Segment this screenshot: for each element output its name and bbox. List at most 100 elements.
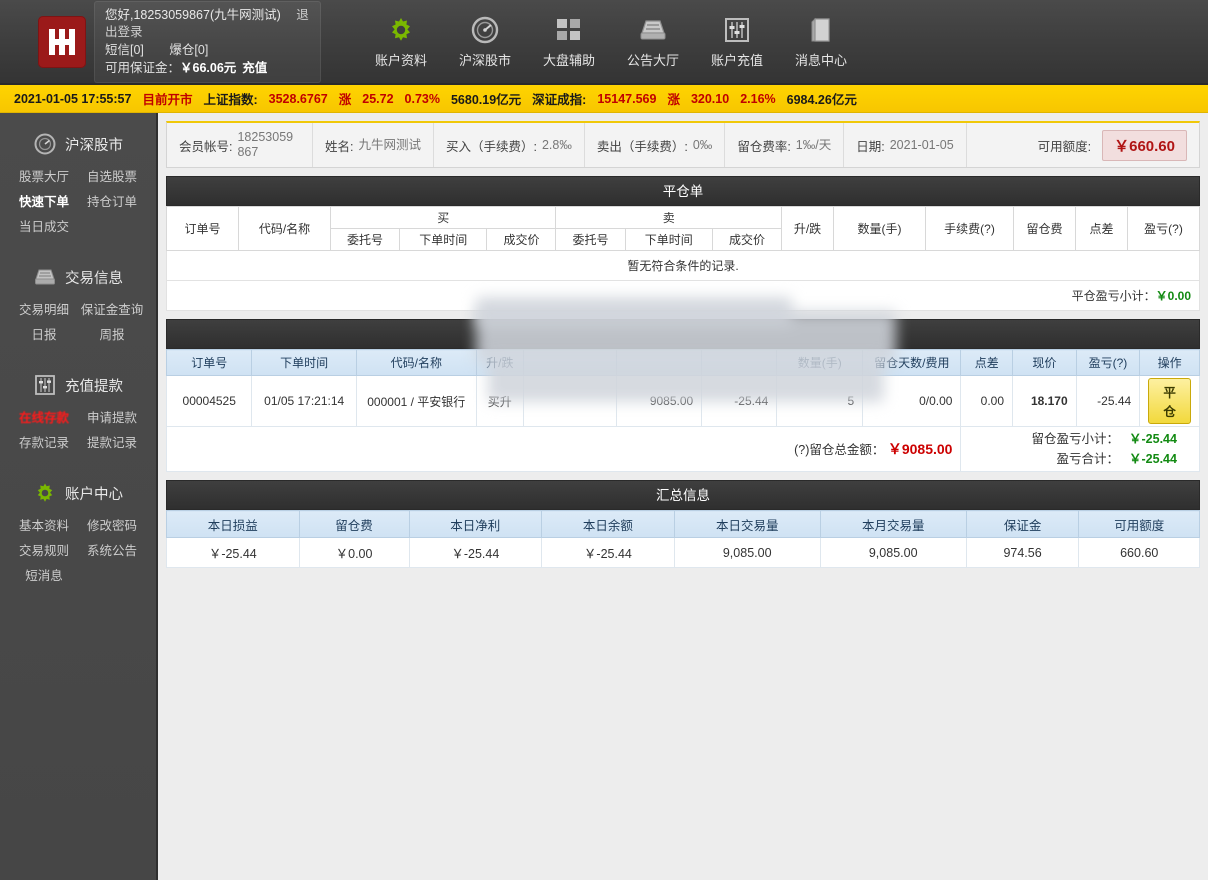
sidebar-item-change-password[interactable]: 修改密码 <box>78 514 146 539</box>
holding-total-cell: (?)留仓总金额： ￥9085.00 <box>165 426 962 472</box>
info-value: 0‰ <box>692 137 713 152</box>
grid-icon <box>557 18 580 40</box>
sms-link[interactable]: 短信[0] <box>105 43 144 57</box>
sidebar-item-online-deposit[interactable]: 在线存款 <box>10 406 78 431</box>
th-order-no: 订单号 <box>165 349 253 376</box>
nav-label: 消息中心 <box>794 52 847 68</box>
sidebar-group-header: 充值提款 <box>0 364 156 406</box>
sidebar-links: 基本资料 修改密码 交易规则 系统公告 短消息 <box>0 514 156 589</box>
holding-orders-table: 订单号 下单时间 代码/名称 升/跌 数量(手) 留仓天数/费用 点差 现价 盈… <box>165 349 1200 472</box>
th-fee: 手续费(?) <box>925 206 1014 251</box>
holding-summary-cell: 留仓盈亏小计： ￥-25.44 盈亏合计： ￥-25.44 <box>960 426 1200 472</box>
th-sell-order-time: 下单时间 <box>624 228 713 251</box>
info-value: 2021-01-05 <box>889 137 954 152</box>
th-sell-deal-price: 成交价 <box>711 228 783 251</box>
closed-subtotal-cell: 平仓盈亏小计：￥0.00 <box>166 280 1200 311</box>
holding-total-value: ￥9085.00 <box>887 441 953 457</box>
sidebar-item-trade-rules[interactable]: 交易规则 <box>10 539 78 564</box>
holding-subtotal-value: ￥-25.44 <box>1129 432 1177 446</box>
cell-available-quota: 660.60 <box>1078 537 1200 568</box>
recharge-link[interactable]: 充值 <box>242 61 267 75</box>
sidebar-item-apply-withdraw[interactable]: 申请提款 <box>78 406 146 431</box>
gauge-icon <box>34 133 56 155</box>
account-greeting-line: 您好,18253059867(九牛网测试) 退出登录 <box>105 7 310 41</box>
info-member-no: 会员帐号: 18253059867 <box>167 123 313 167</box>
sidebar-item-weekly-report[interactable]: 周报 <box>78 323 146 348</box>
summary-panel: 汇总信息 本日损益 留仓费 本日净利 本日余额 本日交易量 本月交易量 保证金 … <box>166 480 1200 568</box>
sidebar-item-basic-info[interactable]: 基本资料 <box>10 514 78 539</box>
nav-item-message-center[interactable]: 消息中心 <box>779 0 863 84</box>
th-order-time: 下单时间 <box>251 349 357 376</box>
liquidation-link[interactable]: 爆仓[0] <box>169 43 208 57</box>
th-today-volume: 本日交易量 <box>673 510 821 538</box>
ticker-sh-index: 3528.6767 <box>268 91 328 106</box>
tray-icon <box>640 19 666 39</box>
account-badges: 短信[0] 爆仓[0] <box>105 41 310 59</box>
table-row: 00004525 01/05 17:21:14 000001 / 平安银行 买升… <box>165 375 1200 427</box>
th-obscured-col-b <box>616 349 703 376</box>
nav-item-stock-market[interactable]: 沪深股市 <box>443 0 527 84</box>
holding-orders-title <box>166 319 1200 349</box>
info-sell-fee: 卖出（手续费）: 0‰ <box>585 123 726 167</box>
empty-state-row: 暂无符合条件的记录. <box>166 250 1200 281</box>
cell-amount: 9085.00 <box>616 375 703 427</box>
sidebar-item-deposit-records[interactable]: 存款记录 <box>10 431 78 456</box>
close-position-button[interactable]: 平仓 <box>1148 378 1191 424</box>
info-label: 会员帐号: <box>179 139 233 154</box>
sidebar-item-stock-hall[interactable]: 股票大厅 <box>10 165 78 190</box>
cell-obscured-a <box>522 375 618 427</box>
sidebar-links: 股票大厅 自选股票 快速下单 持仓订单 当日成交 <box>0 165 156 240</box>
top-nav: 账户资料 沪深股市 大盘辅助 公告大厅 账户充值 消息中心 <box>359 0 863 84</box>
th-today-pnl: 本日损益 <box>166 510 300 538</box>
ticker-sh-label: 上证指数: <box>203 93 258 107</box>
cell-pnl-mid: -25.44 <box>701 375 778 427</box>
nav-item-market-assist[interactable]: 大盘辅助 <box>527 0 611 84</box>
gauge-icon <box>471 16 499 43</box>
th-today-balance: 本日余额 <box>541 510 675 538</box>
main-content: 会员帐号: 18253059867 姓名: 九牛网测试 买入（手续费）: 2.8… <box>158 113 1208 880</box>
holding-subtotal-line: 留仓盈亏小计： ￥-25.44 <box>969 429 1191 449</box>
sidebar-item-holding-orders[interactable]: 持仓订单 <box>78 190 146 215</box>
info-label: 可用额度: <box>1037 139 1092 154</box>
sidebar-item-system-notice[interactable]: 系统公告 <box>78 539 146 564</box>
sidebar-item-daily-report[interactable]: 日报 <box>10 323 78 348</box>
info-label: 卖出（手续费）: <box>596 139 688 154</box>
nav-item-account-recharge[interactable]: 账户充值 <box>695 0 779 84</box>
info-buy-fee: 买入（手续费）: 2.8‰ <box>434 123 585 167</box>
sidebar: 沪深股市 股票大厅 自选股票 快速下单 持仓订单 当日成交 交易信息 交易明细 … <box>0 113 158 880</box>
nav-item-account-profile[interactable]: 账户资料 <box>359 0 443 84</box>
ticker-sh-change: 25.72 <box>362 91 394 106</box>
th-pnl: 盈亏(?) <box>1075 349 1141 376</box>
sidebar-item-quick-order[interactable]: 快速下单 <box>10 190 78 215</box>
account-info-strip: 会员帐号: 18253059867 姓名: 九牛网测试 买入（手续费）: 2.8… <box>166 121 1200 168</box>
sidebar-item-trade-detail[interactable]: 交易明细 <box>10 298 78 323</box>
closed-subtotal-value: ￥0.00 <box>1155 289 1191 303</box>
closed-orders-table: 订单号 代码/名称 买 卖 升/跌 数量(手) 手续费(?) 留仓费 点差 盈亏… <box>166 206 1200 311</box>
cell-direction: 买升 <box>475 375 524 427</box>
holding-footer-row: (?)留仓总金额： ￥9085.00 留仓盈亏小计： ￥-25.44 盈亏合计： <box>165 426 1200 472</box>
cell-order-time: 01/05 17:21:14 <box>251 375 357 427</box>
th-code-name: 代码/名称 <box>238 206 331 251</box>
sidebar-item-short-message[interactable]: 短消息 <box>10 564 78 589</box>
th-hold-fee: 留仓费 <box>1013 206 1076 251</box>
gear-icon <box>392 17 410 41</box>
sidebar-group-title: 充值提款 <box>65 378 123 395</box>
sidebar-item-today-deals[interactable]: 当日成交 <box>10 215 78 240</box>
nav-label: 账户资料 <box>374 52 427 68</box>
site-logo[interactable] <box>38 15 86 68</box>
cell-today-balance: ￥-25.44 <box>541 537 675 568</box>
ticker-sz-change: 320.10 <box>690 91 730 106</box>
sidebar-item-margin-query[interactable]: 保证金查询 <box>78 298 146 323</box>
empty-state-text: 暂无符合条件的记录. <box>166 250 1200 281</box>
cell-hold-fee: ￥0.00 <box>298 537 410 568</box>
info-date: 日期: 2021-01-05 <box>844 123 967 167</box>
cell-action: 平仓 <box>1139 375 1200 427</box>
info-label: 姓名: <box>325 139 354 154</box>
holding-grand-label: 盈亏合计： <box>1056 452 1119 466</box>
sidebar-item-watchlist[interactable]: 自选股票 <box>78 165 146 190</box>
sidebar-item-withdraw-records[interactable]: 提款记录 <box>78 431 146 456</box>
nav-item-announcements[interactable]: 公告大厅 <box>611 0 695 84</box>
info-name: 姓名: 九牛网测试 <box>313 123 434 167</box>
sidebar-group-title: 账户中心 <box>65 486 123 503</box>
th-direction: 升/跌 <box>475 349 524 376</box>
